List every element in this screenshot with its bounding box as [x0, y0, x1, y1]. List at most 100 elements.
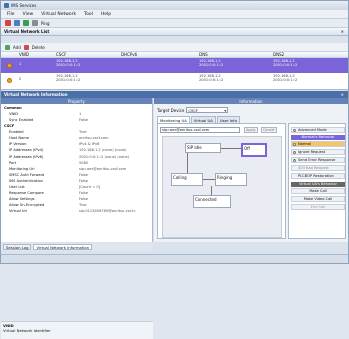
- end-call-button[interactable]: End Call: [291, 204, 345, 210]
- property-row[interactable]: Virtual Uri sip:0123456789@anritsu-cscf.c: [1, 209, 153, 215]
- property-row[interactable]: Response Compare False: [1, 190, 153, 196]
- add-icon[interactable]: [5, 44, 10, 50]
- add-button[interactable]: Add: [13, 45, 21, 50]
- property-key: Virtual Uri: [9, 209, 27, 214]
- col-cscf[interactable]: CSCF: [56, 52, 66, 57]
- property-row[interactable]: Port 5060: [1, 160, 153, 166]
- row-cscf: 192.168.1.2 2001:0:0:1::2: [56, 59, 81, 68]
- advanced-mode-toggle[interactable]: Advanced Mode: [291, 127, 345, 133]
- property-row[interactable]: Allow Settings False: [1, 197, 153, 203]
- window-title: IMS Services: [11, 3, 37, 8]
- tab-session-log[interactable]: Session Log: [3, 244, 32, 250]
- ping-button[interactable]: Ping: [41, 21, 50, 26]
- table-row[interactable]: 1 192.168.1.2 2001:0:0:1::2 192.168.1.2 …: [1, 58, 348, 73]
- bottom-tabs: Session Log Virtual Network Information: [1, 243, 153, 251]
- row-vnid: 1: [19, 62, 22, 66]
- title-bar: IMS Services: [1, 1, 348, 10]
- property-key: Enabled: [9, 130, 24, 135]
- property-key: IMS Authentication: [9, 178, 43, 183]
- property-row[interactable]: IP Addresses (IPv4) 192.168.1.2 (none) (n…: [1, 148, 153, 154]
- close-icon[interactable]: ✕: [341, 29, 344, 34]
- col-dhcpv6[interactable]: DHCPv6: [121, 52, 137, 57]
- property-value: False: [79, 117, 89, 122]
- tab-monitoring-ua[interactable]: Monitoring UA: [157, 116, 190, 123]
- make-call-button[interactable]: Make Call: [291, 188, 345, 194]
- property-key: Monitoring Uri: [9, 166, 35, 171]
- virtual-network-information-header: Virtual Network Information ✕: [1, 91, 348, 98]
- information-header: Information: [154, 98, 348, 104]
- property-header: Property: [1, 98, 152, 104]
- start-icon[interactable]: [23, 20, 29, 26]
- refresh-icon[interactable]: [14, 20, 20, 26]
- menu-tool[interactable]: Tool: [84, 12, 93, 17]
- property-row[interactable]: Allow Un-Encrypted True: [1, 203, 153, 209]
- delete-button[interactable]: Delete: [32, 45, 45, 50]
- panel-title: Virtual Network Information: [4, 92, 68, 97]
- ignore-request-option[interactable]: Ignore Request: [291, 149, 345, 155]
- section-normal-behavior: Normal's Behavior: [291, 135, 345, 140]
- col-dns2[interactable]: DNS2: [273, 52, 284, 57]
- property-value: True: [79, 203, 87, 208]
- menu-file[interactable]: File: [7, 12, 15, 17]
- col-dns[interactable]: DNS: [199, 52, 208, 57]
- toolbar: Ping: [1, 19, 348, 28]
- uri-input[interactable]: sip:user@anritsu-cscf.com: [160, 127, 240, 133]
- property-row[interactable]: Enabled True: [1, 129, 153, 135]
- property-row[interactable]: VNID 1: [1, 111, 153, 117]
- property-row[interactable]: Monitoring Uri sip:user@anritsu-cscf.com: [1, 166, 153, 172]
- property-value: False: [79, 191, 89, 196]
- chevron-down-icon: ▾: [224, 108, 227, 113]
- arrow-connector: [187, 153, 188, 173]
- menu-view[interactable]: View: [23, 12, 34, 17]
- close-icon[interactable]: ✕: [341, 92, 344, 97]
- property-key: Allow Settings: [9, 197, 35, 202]
- radio-icon: [293, 151, 296, 154]
- table-row[interactable]: 2 192.168.1.2 2001:0:0:1::2 192.168.1.2 …: [1, 73, 348, 88]
- property-category[interactable]: CSCF: [1, 123, 153, 129]
- property-row[interactable]: User List [Count = 0]: [1, 184, 153, 190]
- section-virtual-ua-behavior: Virtual UA's Behavior: [291, 182, 345, 187]
- property-row[interactable]: SMSC Auth Forward False: [1, 172, 153, 178]
- virtual-network-list-header: Virtual Network List ✕: [1, 28, 348, 36]
- menu-virtual-network[interactable]: Virtual Network: [41, 12, 76, 17]
- tab-virtual-network-information[interactable]: Virtual Network Information: [33, 244, 93, 250]
- property-row[interactable]: Host Name anritsu-cscf.com: [1, 136, 153, 142]
- menu-help[interactable]: Help: [101, 12, 111, 17]
- delete-icon[interactable]: [23, 44, 29, 50]
- stop-icon[interactable]: [5, 20, 11, 26]
- status-dot-icon: [7, 63, 12, 68]
- target-device-select[interactable]: CSCF ▾: [186, 107, 229, 113]
- property-row[interactable]: IMS Authentication False: [1, 178, 153, 184]
- state-ringing: Ringing: [215, 173, 247, 186]
- prack-button[interactable]: PLCBOP Restoration: [291, 173, 345, 179]
- property-category-label: CSCF: [4, 124, 15, 129]
- row-vnid: 2: [19, 77, 22, 81]
- settings-icon[interactable]: [32, 20, 38, 26]
- tab-user-info[interactable]: User Info: [216, 116, 240, 123]
- property-row[interactable]: IP Version IPv4 & IPv6: [1, 142, 153, 148]
- property-key: VNID: [9, 111, 18, 116]
- property-category[interactable]: Common: [1, 105, 153, 111]
- property-value: False: [79, 172, 89, 177]
- cancel-button[interactable]: Cancel: [261, 127, 277, 133]
- error-code-field[interactable]: 403 Bad Request: [291, 165, 345, 171]
- state-sip-idle: SIP Idle: [185, 143, 221, 153]
- apply-button[interactable]: Apply: [244, 127, 258, 133]
- status-dot-icon: [7, 78, 12, 83]
- send-error-option[interactable]: Send Error Response: [291, 157, 345, 163]
- normal-option[interactable]: Normal: [291, 141, 345, 147]
- property-value: sip:0123456789@anritsu-cscf.c: [79, 209, 136, 214]
- target-device-label: Target Device: [157, 107, 185, 113]
- col-vnid[interactable]: VNID: [19, 52, 29, 57]
- property-row[interactable]: IP Addresses (IPv6) 2001:0:0:1::2 (none) …: [1, 154, 153, 160]
- make-video-call-button[interactable]: Make Video Call: [291, 196, 345, 202]
- radio-icon: [293, 143, 296, 146]
- tab-virtual-ua[interactable]: Virtual UA: [190, 116, 216, 123]
- row-dns2: 192.168.1.2 2001:0:0:1::2: [273, 74, 298, 83]
- panel-title: Virtual Network List: [4, 29, 50, 34]
- monitoring-stage: sip:user@anritsu-cscf.com Apply Cancel S…: [157, 123, 286, 239]
- property-grid: Property Common VNID 1 Sync Enabled False CSC…: [1, 98, 153, 339]
- property-value: IPv4 & IPv6: [79, 142, 100, 147]
- send-error-label: Send Error Response: [298, 158, 336, 162]
- property-row[interactable]: Sync Enabled False: [1, 117, 153, 123]
